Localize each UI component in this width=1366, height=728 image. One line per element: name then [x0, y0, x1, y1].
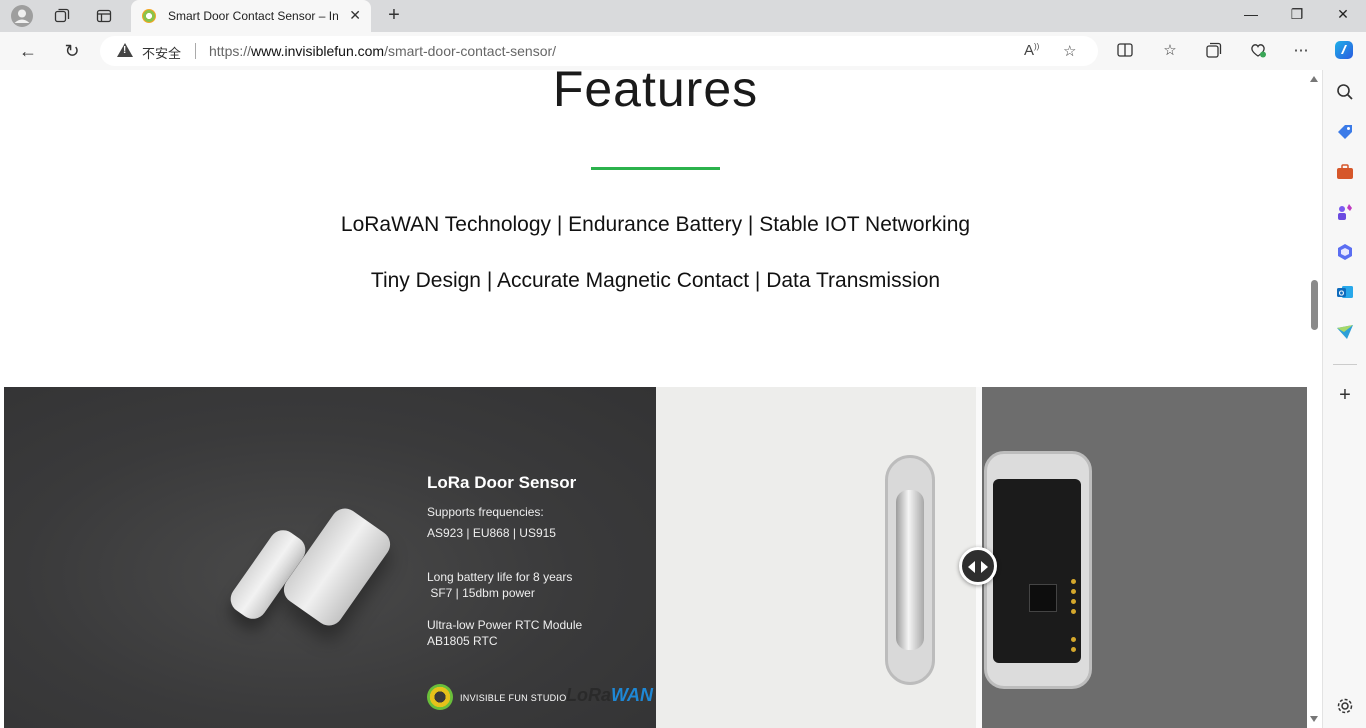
gear-icon[interactable]	[1335, 696, 1355, 716]
url-text[interactable]: https://www.invisiblefun.com/smart-door-…	[209, 43, 556, 59]
profile-icon[interactable]	[10, 4, 34, 28]
split-screen-icon[interactable]	[1115, 41, 1135, 61]
magnet-image	[896, 490, 924, 650]
shopping-tag-icon[interactable]	[1335, 122, 1355, 142]
search-icon[interactable]	[1335, 82, 1355, 102]
studio-name: INVISIBLE FUN STUDIO	[460, 693, 567, 703]
heading-divider	[591, 167, 720, 170]
banner-freq-label: Supports frequencies:	[427, 505, 544, 519]
workspaces-icon[interactable]	[50, 4, 74, 28]
back-arrow-icon[interactable]: ←	[17, 40, 39, 62]
close-tab-icon[interactable]: ✕	[349, 7, 361, 24]
url-path: /smart-door-contact-sensor/	[384, 43, 557, 59]
url-prefix: https://	[209, 43, 252, 59]
star-icon[interactable]: ☆	[1063, 42, 1076, 60]
games-icon[interactable]	[1335, 202, 1355, 222]
microsoft-365-icon[interactable]	[1335, 242, 1355, 262]
scroll-thumb[interactable]	[1311, 280, 1318, 330]
close-window-icon[interactable]: ✕	[1333, 6, 1353, 23]
pcb-chip	[1029, 584, 1057, 612]
pcb-image	[993, 479, 1081, 663]
banner-battery-2: SF7 | 15dbm power	[427, 586, 535, 600]
tab-actions-icon[interactable]	[92, 4, 116, 28]
studio-logo-icon	[427, 684, 453, 710]
banner-battery-1: Long battery life for 8 years	[427, 570, 573, 584]
refresh-icon[interactable]: ↻	[61, 40, 83, 62]
compare-slider[interactable]	[656, 387, 1307, 728]
feature-line-2: Tiny Design | Accurate Magnetic Contact …	[370, 269, 941, 292]
new-tab-button[interactable]: +	[382, 4, 406, 28]
collections-icon[interactable]	[1204, 41, 1224, 61]
restore-icon[interactable]: ❐	[1287, 6, 1307, 23]
address-divider	[195, 43, 196, 59]
pcb-pad	[1071, 609, 1076, 614]
pcb-pad	[1071, 599, 1076, 604]
lorawan-logo: LoRaWAN	[566, 685, 653, 705]
site-favicon-icon	[142, 9, 156, 23]
outlook-icon[interactable]: O	[1335, 282, 1355, 302]
title-bar: Smart Door Contact Sensor – Inv ✕ + — ❐ …	[0, 0, 1366, 32]
slider-handle-icon[interactable]	[959, 547, 997, 585]
send-icon[interactable]	[1335, 322, 1355, 342]
tab-active[interactable]: Smart Door Contact Sensor – Inv ✕	[131, 0, 371, 32]
copilot-icon[interactable]	[1333, 39, 1353, 59]
pcb-pad	[1071, 647, 1076, 652]
tools-icon[interactable]	[1335, 162, 1355, 182]
banner-freqs: AS923 | EU868 | US915	[427, 526, 556, 540]
page-viewport: Features LoRaWAN Technology | Endurance …	[4, 70, 1307, 728]
security-label[interactable]: 不安全	[142, 43, 181, 62]
banner-rtc-1: Ultra-low Power RTC Module	[427, 618, 583, 632]
performance-icon[interactable]	[1248, 41, 1268, 61]
url-host: www.invisiblefun.com	[251, 43, 385, 59]
banner-title: LoRa Door Sensor	[427, 473, 577, 492]
product-banner: LoRa Door Sensor Supports frequencies: A…	[4, 387, 656, 728]
banner-rtc-2: AB1805 RTC	[427, 634, 498, 648]
add-icon[interactable]: +	[1335, 385, 1355, 406]
minimize-icon[interactable]: —	[1241, 6, 1261, 22]
sidebar-divider	[1333, 364, 1357, 365]
pcb-pad	[1071, 579, 1076, 584]
favorites-icon[interactable]: ☆	[1160, 41, 1180, 61]
feature-line-1: LoRaWAN Technology | Endurance Battery |…	[340, 213, 971, 236]
more-icon[interactable]: ⋯	[1291, 41, 1311, 61]
warning-icon[interactable]	[117, 43, 133, 57]
page-scrollbar[interactable]	[1307, 70, 1322, 728]
pcb-pad	[1071, 589, 1076, 594]
svg-text:O: O	[1339, 291, 1345, 298]
scroll-up-icon[interactable]	[1310, 76, 1318, 82]
features-heading: Features	[552, 70, 759, 117]
read-aloud-icon[interactable]: A))	[1024, 42, 1039, 59]
tab-title: Smart Door Contact Sensor – Inv	[168, 9, 338, 23]
scroll-down-icon[interactable]	[1310, 716, 1318, 722]
browser-toolbar: ← ↻ 不安全 https://www.invisiblefun.com/sma…	[0, 32, 1366, 70]
pcb-pad	[1071, 637, 1076, 642]
sensor-body-piece	[278, 503, 396, 631]
edge-sidebar: O +	[1322, 70, 1366, 728]
address-bar[interactable]: 不安全 https://www.invisiblefun.com/smart-d…	[100, 36, 1098, 66]
